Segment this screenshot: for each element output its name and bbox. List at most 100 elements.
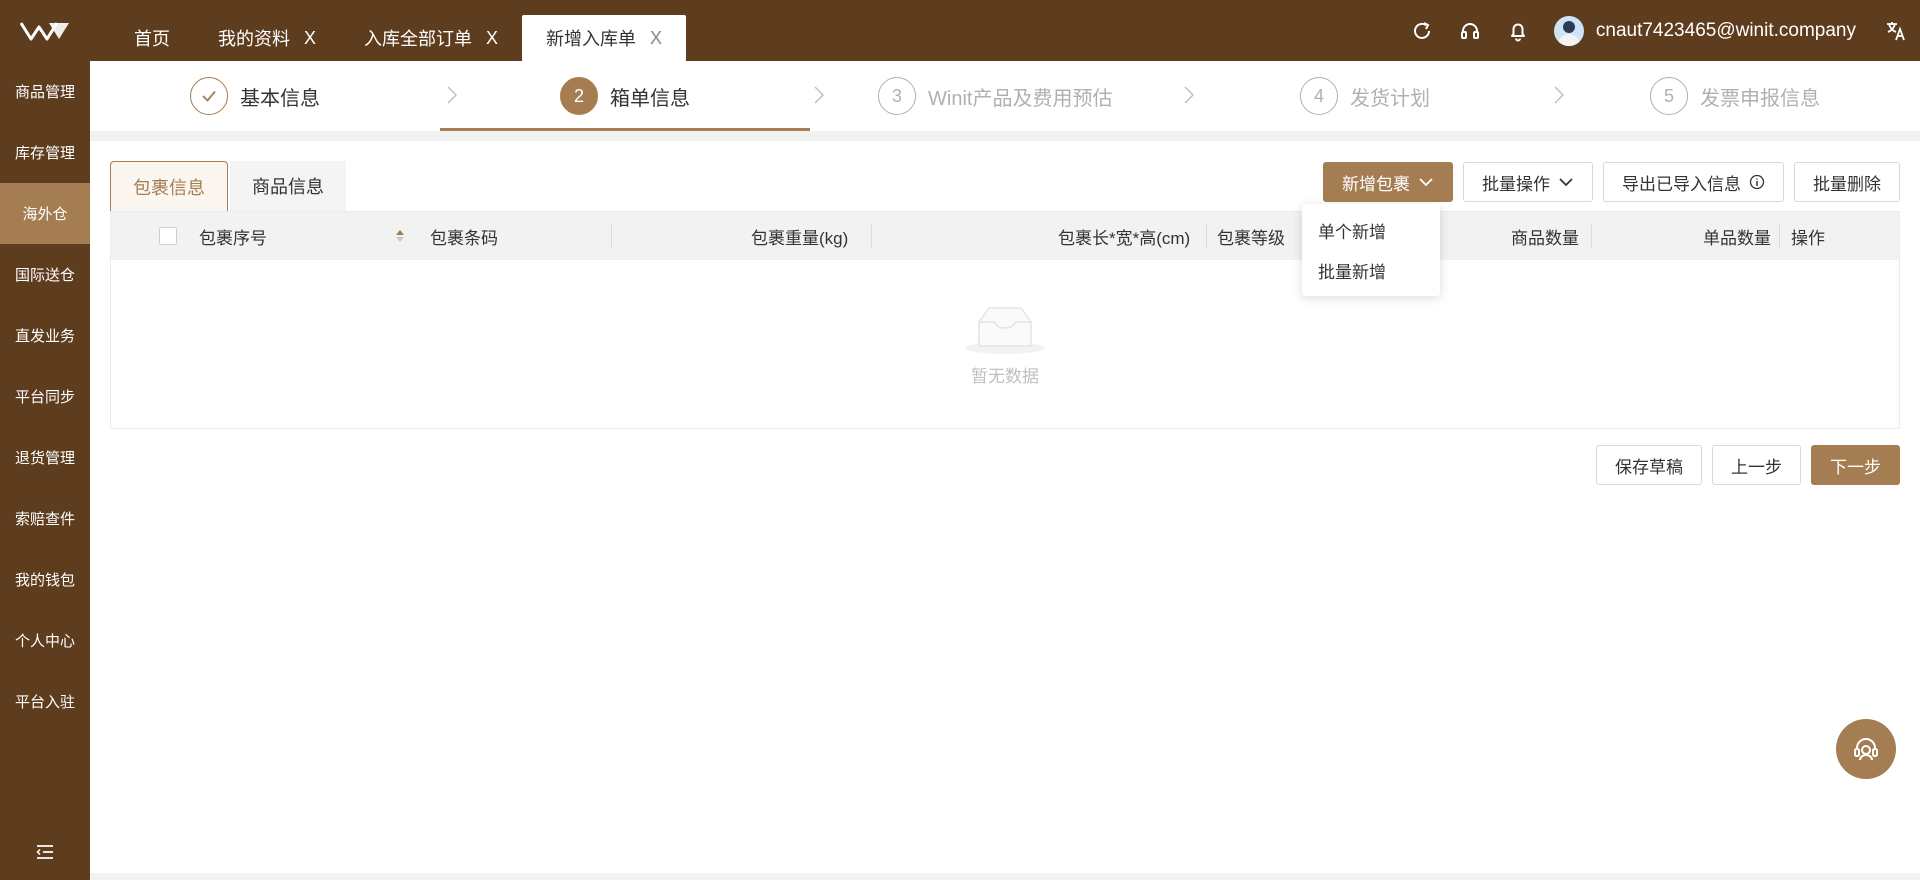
headset-icon[interactable] (1446, 0, 1494, 61)
sidebar-item-inventory-management[interactable]: 库存管理 (0, 122, 90, 183)
export-imported-button[interactable]: 导出已导入信息 (1603, 162, 1784, 202)
check-icon (190, 77, 228, 115)
step-basic-info[interactable]: 基本信息 (190, 61, 320, 131)
batch-operations-button[interactable]: 批量操作 (1463, 162, 1593, 202)
prev-step-button[interactable]: 上一步 (1712, 445, 1801, 485)
collapse-menu-icon[interactable] (0, 834, 90, 870)
sidebar-item-personal-center[interactable]: 个人中心 (0, 610, 90, 671)
sidebar-item-label: 商品管理 (14, 84, 75, 101)
refresh-icon[interactable] (1398, 0, 1446, 61)
sidebar-item-label: 退货管理 (14, 450, 75, 467)
tab-label: 首页 (134, 29, 170, 49)
sidebar-item-claims-tracking[interactable]: 索赔查件 (0, 488, 90, 549)
step-shipping-plan[interactable]: 4 发货计划 (1300, 61, 1430, 131)
add-package-button[interactable]: 新增包裹 (1323, 162, 1453, 202)
button-label: 新增包裹 (1342, 174, 1410, 194)
sidebar-item-label: 我的钱包 (14, 572, 75, 589)
sidebar-item-platform-sync[interactable]: 平台同步 (0, 366, 90, 427)
next-step-button[interactable]: 下一步 (1811, 445, 1900, 485)
add-package-dropdown: 单个新增 批量新增 (1302, 204, 1440, 296)
tab-home[interactable]: 首页 (110, 15, 194, 61)
sidebar-item-label: 个人中心 (14, 633, 75, 650)
column-label: 单品数量 (1703, 228, 1771, 248)
step-number: 4 (1300, 77, 1338, 115)
tab-new-inbound-order[interactable]: 新增入库单 X (522, 15, 687, 61)
step-number: 5 (1650, 77, 1688, 115)
step-packing-info[interactable]: 2 箱单信息 (560, 61, 690, 131)
save-draft-button[interactable]: 保存草稿 (1596, 445, 1702, 485)
sidebar-item-label: 国际送仓 (14, 267, 75, 284)
divider (90, 131, 1920, 141)
column-label: 包裹条码 (430, 228, 498, 248)
tab-label: 商品信息 (252, 177, 324, 197)
button-label: 保存草稿 (1615, 457, 1683, 477)
step-invoice-declaration[interactable]: 5 发票申报信息 (1650, 61, 1820, 131)
column-label: 包裹重量(kg) (751, 228, 849, 248)
batch-delete-button[interactable]: 批量删除 (1794, 162, 1900, 202)
sidebar-item-direct-shipping[interactable]: 直发业务 (0, 305, 90, 366)
info-icon (1749, 174, 1765, 190)
sidebar-item-international-delivery[interactable]: 国际送仓 (0, 244, 90, 305)
chevron-right-icon (447, 86, 458, 104)
step-winit-products[interactable]: 3 Winit产品及费用预估 (878, 61, 1112, 131)
top-bar: 首页 我的资料 X 入库全部订单 X 新增入库单 X cnaut7423465@… (0, 0, 1920, 61)
sidebar-item-my-wallet[interactable]: 我的钱包 (0, 549, 90, 610)
top-right-toolbar: cnaut7423465@winit.company (1398, 0, 1920, 61)
step-label: 基本信息 (240, 87, 320, 110)
button-label: 下一步 (1830, 457, 1881, 477)
sidebar-item-label: 库存管理 (14, 145, 75, 162)
empty-inbox-icon (965, 306, 1045, 354)
sidebar-item-label: 直发业务 (14, 328, 75, 345)
translate-icon[interactable] (1872, 0, 1920, 61)
sort-icon[interactable] (395, 212, 405, 260)
tab-label: 入库全部订单 (364, 29, 473, 49)
column-label: 操作 (1791, 228, 1825, 248)
col-operations: 操作 (1791, 212, 1825, 260)
sidebar-item-label: 海外仓 (22, 206, 68, 223)
column-label: 包裹长*宽*高(cm) (1058, 228, 1191, 248)
sidebar-item-returns-management[interactable]: 退货管理 (0, 427, 90, 488)
tab-package-info[interactable]: 包裹信息 (110, 161, 228, 211)
bottom-bar (90, 873, 1920, 880)
divider (1779, 224, 1780, 248)
divider (1591, 224, 1592, 248)
select-all-checkbox[interactable] (159, 227, 177, 245)
empty-state: 暂无数据 (111, 260, 1899, 428)
table-actions: 新增包裹 批量操作 导出已导入信息 批量删除 (1313, 162, 1900, 202)
table-header: 包裹序号 包裹条码 包裹重量(kg) 包裹长*宽*高(cm) 包裹等级 商品数量… (111, 212, 1899, 260)
column-label: 包裹等级 (1217, 228, 1285, 248)
sidebar-item-overseas-warehouse[interactable]: 海外仓 (0, 183, 90, 244)
button-label: 导出已导入信息 (1622, 174, 1741, 194)
tab-label: 包裹信息 (133, 177, 205, 198)
winit-logo[interactable] (0, 0, 90, 61)
sidebar-item-label: 平台同步 (14, 389, 75, 406)
page-tabs: 首页 我的资料 X 入库全部订单 X 新增入库单 X (110, 0, 687, 61)
col-package-level: 包裹等级 (1217, 212, 1285, 260)
step-label: 发票申报信息 (1700, 87, 1820, 110)
menu-item-batch-add[interactable]: 批量新增 (1302, 250, 1440, 290)
bell-icon[interactable] (1494, 0, 1542, 61)
footer-actions: 保存草稿 上一步 下一步 (1586, 445, 1900, 485)
step-label: Winit产品及费用预估 (928, 87, 1113, 110)
menu-item-single-add[interactable]: 单个新增 (1302, 210, 1440, 250)
tab-product-info[interactable]: 商品信息 (230, 161, 346, 211)
tab-label: 新增入库单 (546, 29, 637, 49)
tab-all-inbound-orders[interactable]: 入库全部订单 X (340, 15, 522, 61)
button-label: 上一步 (1731, 457, 1782, 477)
chevron-down-icon (1558, 177, 1574, 187)
close-icon[interactable]: X (650, 28, 662, 49)
close-icon[interactable]: X (486, 28, 498, 49)
sidebar-item-platform-onboarding[interactable]: 平台入驻 (0, 671, 90, 732)
content-tabs: 包裹信息 商品信息 (110, 161, 348, 211)
step-bar: 基本信息 2 箱单信息 3 Winit产品及费用预估 4 发货计划 5 发票申报… (90, 61, 1920, 131)
main-content: 基本信息 2 箱单信息 3 Winit产品及费用预估 4 发货计划 5 发票申报… (90, 61, 1920, 880)
button-label: 批量删除 (1813, 174, 1881, 194)
customer-service-button[interactable] (1836, 719, 1896, 779)
user-menu[interactable]: cnaut7423465@winit.company (1553, 15, 1856, 46)
col-unit-quantity: 单品数量 (1703, 212, 1771, 260)
close-icon[interactable]: X (304, 28, 316, 49)
col-package-dimensions: 包裹长*宽*高(cm) (1058, 212, 1190, 260)
chevron-right-icon (1184, 86, 1195, 104)
tab-my-profile[interactable]: 我的资料 X (194, 15, 340, 61)
sidebar-item-product-management[interactable]: 商品管理 (0, 61, 90, 122)
